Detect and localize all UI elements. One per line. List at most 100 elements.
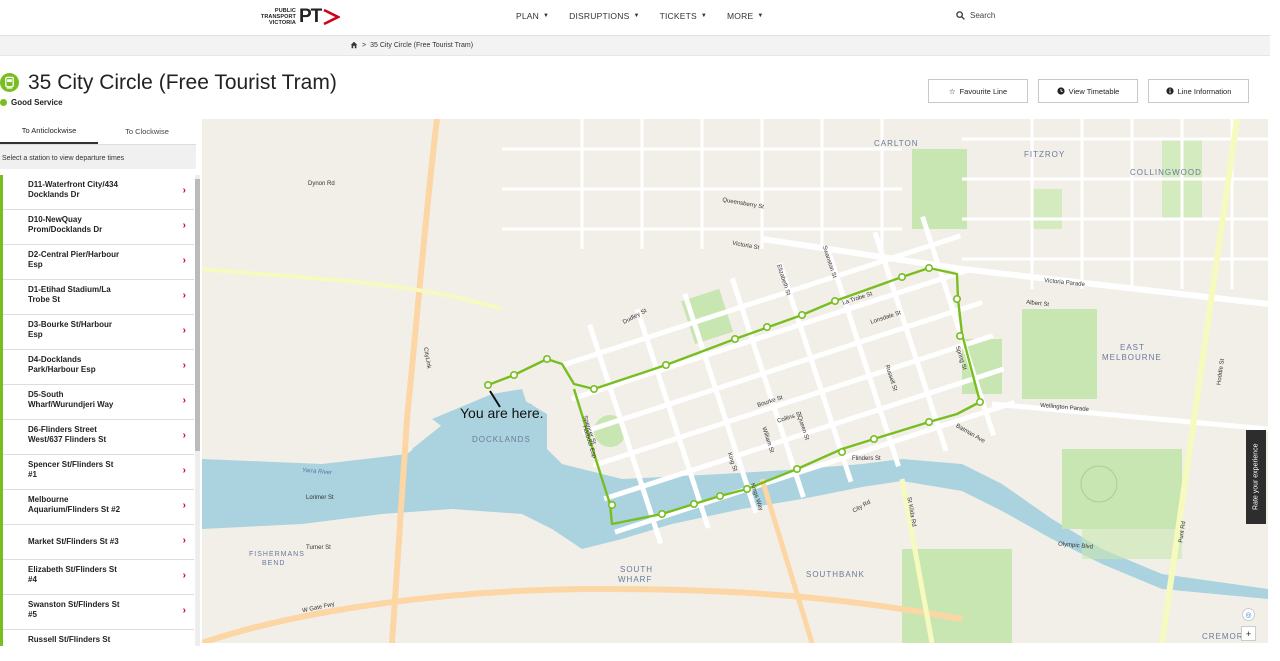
- chevron-right-icon: ›: [182, 570, 186, 581]
- map-canvas[interactable]: [202, 119, 1268, 643]
- home-icon[interactable]: [350, 41, 358, 49]
- street-label: Lorimer St: [306, 495, 334, 501]
- chevron-right-icon: ›: [182, 430, 186, 441]
- route-line-indicator: [0, 385, 3, 420]
- route-map[interactable]: You are here. CARLTON FITZROY COLLINGWOO…: [202, 119, 1268, 643]
- route-line-indicator: [0, 350, 3, 385]
- tab-clockwise[interactable]: To Clockwise: [98, 119, 196, 144]
- area-label-melbourne: MELBOURNE: [1102, 353, 1162, 362]
- view-timetable-button[interactable]: View Timetable: [1038, 79, 1138, 103]
- street-label: Flinders St: [852, 456, 881, 462]
- search-icon: [956, 11, 965, 20]
- route-line-indicator: [0, 595, 3, 630]
- stop-list-scrollbar[interactable]: [195, 175, 200, 646]
- stop-name-line: Esp: [28, 260, 43, 269]
- stop-name: D3-Bourke St/Harbour Esp: [28, 320, 158, 340]
- stop-list-item[interactable]: D2-Central Pier/Harbour Esp ›: [0, 245, 194, 280]
- breadcrumb-bar: > 35 City Circle (Free Tourist Tram): [0, 35, 1270, 56]
- stop-name-line: D6-Flinders Street: [28, 425, 97, 434]
- stop-name-line: Market St/Flinders St #3: [28, 537, 119, 546]
- stop-list-item[interactable]: D5-South Wharf/Wurundjeri Way ›: [0, 385, 194, 420]
- stop-list-item[interactable]: Elizabeth St/Flinders St #4 ›: [0, 560, 194, 595]
- stop-list-item[interactable]: Melbourne Aquarium/Flinders St #2 ›: [0, 490, 194, 525]
- stop-list-panel: To Anticlockwise To Clockwise Select a s…: [0, 119, 201, 646]
- search-button[interactable]: Search: [956, 11, 995, 20]
- stop-name: Elizabeth St/Flinders St #4: [28, 565, 158, 585]
- stop-list-item[interactable]: D1-Etihad Stadium/La Trobe St ›: [0, 280, 194, 315]
- stop-list-item[interactable]: Market St/Flinders St #3 ›: [0, 525, 194, 560]
- nav-plan[interactable]: PLAN ▼: [516, 11, 549, 21]
- stop-list-item[interactable]: D4-Docklands Park/Harbour Esp ›: [0, 350, 194, 385]
- breadcrumb: > 35 City Circle (Free Tourist Tram): [350, 41, 473, 49]
- stop-list-item[interactable]: D6-Flinders Street West/637 Flinders St ›: [0, 420, 194, 455]
- stop-list-item[interactable]: Russell St/Flinders St: [0, 630, 194, 646]
- area-label-fitzroy: FITZROY: [1024, 150, 1066, 159]
- info-icon: [1165, 87, 1174, 95]
- chevron-down-icon: ▼: [700, 13, 708, 19]
- nav-more[interactable]: MORE ▼: [727, 11, 763, 21]
- scrollbar-thumb[interactable]: [195, 179, 200, 451]
- citylink-road: [389, 119, 440, 643]
- stop-list-item[interactable]: Spencer St/Flinders St #1 ›: [0, 455, 194, 490]
- area-label-carlton: CARLTON: [874, 139, 919, 148]
- stop-list-item[interactable]: D3-Bourke St/Harbour Esp ›: [0, 315, 194, 350]
- nav-disruptions[interactable]: DISRUPTIONS ▼: [569, 11, 639, 21]
- stop-name-line: D5-South: [28, 390, 64, 399]
- stop-name-line: Park/Harbour Esp: [28, 365, 96, 374]
- stop-name: Melbourne Aquarium/Flinders St #2: [28, 495, 158, 515]
- route-line-indicator: [0, 630, 3, 646]
- area-label-southbank: SOUTHBANK: [806, 570, 865, 579]
- stop-name: Market St/Flinders St #3: [28, 537, 158, 547]
- stop-list-item[interactable]: Swanston St/Flinders St #5 ›: [0, 595, 194, 630]
- carlton-gardens: [912, 149, 967, 229]
- service-status: Good Service: [0, 98, 63, 107]
- ptv-logo[interactable]: PUBLIC TRANSPORT VICTORIA PT: [260, 3, 341, 31]
- stop-name-line: #4: [28, 575, 37, 584]
- logo-arrow-icon: [323, 8, 341, 26]
- stop-name: D1-Etihad Stadium/La Trobe St: [28, 285, 158, 305]
- stop-name-line: #5: [28, 610, 37, 619]
- stop-name-line: D2-Central Pier/Harbour: [28, 250, 120, 259]
- stop-name-line: Aquarium/Flinders St #2: [28, 505, 121, 514]
- star-icon: ☆: [948, 86, 956, 96]
- stop-name-line: Esp: [28, 330, 43, 339]
- stop-list-item[interactable]: D10-NewQuay Prom/Docklands Dr ›: [0, 210, 194, 245]
- stop-name-line: Swanston St/Flinders St: [28, 600, 120, 609]
- stop-name-line: #1: [28, 470, 37, 479]
- chevron-right-icon: ›: [182, 325, 186, 336]
- victoria-parade-road: [761, 236, 1268, 307]
- stop-name-line: Spencer St/Flinders St: [28, 460, 114, 469]
- route-line-indicator: [0, 455, 3, 490]
- stop-name: D11-Waterfront City/434 Docklands Dr: [28, 180, 158, 200]
- stop-name-line: D3-Bourke St/Harbour: [28, 320, 113, 329]
- rate-experience-tab[interactable]: Rate your experience: [1246, 430, 1266, 524]
- nav-tickets[interactable]: TICKETS ▼: [660, 11, 707, 21]
- area-label-wharf: WHARF: [618, 575, 653, 584]
- status-text: Good Service: [11, 98, 63, 107]
- stop-name-line: Docklands Dr: [28, 190, 80, 199]
- line-information-button[interactable]: Line Information: [1148, 79, 1249, 103]
- stop-list-item[interactable]: D11-Waterfront City/434 Docklands Dr ›: [0, 175, 194, 210]
- route-line-indicator: [0, 315, 3, 350]
- tab-anticlockwise[interactable]: To Anticlockwise: [0, 119, 98, 144]
- locate-me-button[interactable]: ◎: [1242, 608, 1255, 621]
- stop-name: D10-NewQuay Prom/Docklands Dr: [28, 215, 158, 235]
- stop-name-line: Wharf/Wurundjeri Way: [28, 400, 114, 409]
- stop-name-line: West/637 Flinders St: [28, 435, 107, 444]
- favourite-line-button[interactable]: ☆ Favourite Line: [928, 79, 1028, 103]
- main-nav: PLAN ▼ DISRUPTIONS ▼ TICKETS ▼ MORE ▼: [516, 11, 783, 21]
- top-navigation-bar: PUBLIC TRANSPORT VICTORIA PT PLAN ▼ DISRU…: [0, 0, 1270, 35]
- chevron-down-icon: ▼: [543, 13, 550, 19]
- route-line-indicator: [0, 280, 3, 315]
- stop-name-line: Elizabeth St/Flinders St: [28, 565, 117, 574]
- you-are-here-label: You are here.: [460, 405, 544, 421]
- stop-name-line: Russell St/Flinders St: [28, 635, 111, 644]
- stop-name-line: D1-Etihad Stadium/La: [28, 285, 111, 294]
- status-dot-icon: [0, 99, 7, 106]
- chevron-right-icon: ›: [182, 395, 186, 406]
- page-title: 35 City Circle (Free Tourist Tram): [28, 71, 337, 94]
- favourite-line-label: Favourite Line: [959, 86, 1008, 96]
- zoom-in-button[interactable]: +: [1241, 626, 1256, 641]
- chevron-right-icon: ›: [182, 465, 186, 476]
- street-label: Dynon Rd: [308, 181, 335, 187]
